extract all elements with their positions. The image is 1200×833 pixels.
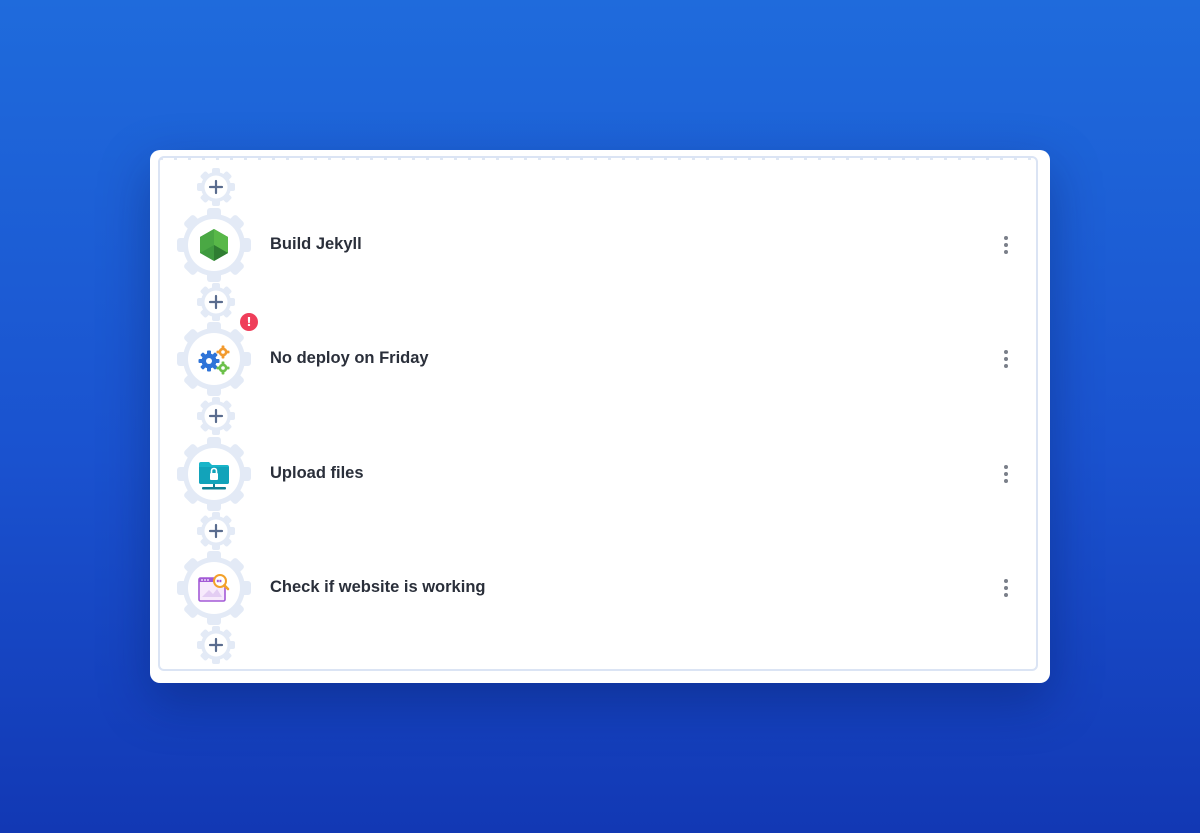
- step-label: No deploy on Friday: [270, 349, 429, 367]
- gears-icon: [196, 341, 232, 377]
- step-more-button[interactable]: [996, 345, 1016, 373]
- vertical-dots-icon: [1004, 236, 1008, 240]
- add-step-button[interactable]: [196, 396, 236, 436]
- step-label: Build Jekyll: [270, 235, 362, 253]
- plus-icon: [196, 625, 236, 665]
- add-step-button[interactable]: [196, 282, 236, 322]
- add-step-button[interactable]: [196, 167, 236, 207]
- dot: [1004, 364, 1008, 368]
- add-step-button[interactable]: [196, 511, 236, 551]
- plus-icon: [196, 396, 236, 436]
- dot: [1004, 357, 1008, 361]
- pipeline-canvas: Build Jekyll ! No deploy on Friday Uploa…: [158, 156, 1038, 671]
- vertical-dots-icon: [1004, 465, 1008, 469]
- pipeline-step-no-deploy-on-friday[interactable]: ! No deploy on Friday: [160, 313, 1036, 399]
- browser-search-icon: [196, 570, 232, 606]
- pipeline-steps: Build Jekyll ! No deploy on Friday Uploa…: [160, 158, 1036, 669]
- dot: [1004, 586, 1008, 590]
- step-label: Check if website is working: [270, 578, 486, 596]
- warning-badge: !: [240, 313, 258, 331]
- plus-icon: [196, 282, 236, 322]
- locked-folder-upload-icon: [196, 456, 232, 492]
- vertical-dots-icon: [1004, 350, 1008, 354]
- dot: [1004, 479, 1008, 483]
- vertical-dots-icon: [1004, 579, 1008, 583]
- pipeline-card: Build Jekyll ! No deploy on Friday Uploa…: [150, 150, 1050, 683]
- add-step-button[interactable]: [196, 625, 236, 665]
- plus-icon: [196, 167, 236, 207]
- pipeline-step-check-website[interactable]: Check if website is working: [160, 548, 1036, 628]
- step-node[interactable]: [176, 550, 252, 626]
- dot: [1004, 593, 1008, 597]
- pipeline-step-upload-files[interactable]: Upload files: [160, 434, 1036, 514]
- step-more-button[interactable]: [996, 574, 1016, 602]
- step-node[interactable]: [176, 207, 252, 283]
- plus-icon: [196, 511, 236, 551]
- step-label: Upload files: [270, 464, 364, 482]
- dot: [1004, 250, 1008, 254]
- step-more-button[interactable]: [996, 231, 1016, 259]
- step-node[interactable]: !: [176, 313, 258, 397]
- pipeline-step-build-jekyll[interactable]: Build Jekyll: [160, 205, 1036, 285]
- dot: [1004, 243, 1008, 247]
- dot: [1004, 472, 1008, 476]
- step-node[interactable]: [176, 436, 252, 512]
- step-more-button[interactable]: [996, 460, 1016, 488]
- nodejs-hexagon-icon: [196, 227, 232, 263]
